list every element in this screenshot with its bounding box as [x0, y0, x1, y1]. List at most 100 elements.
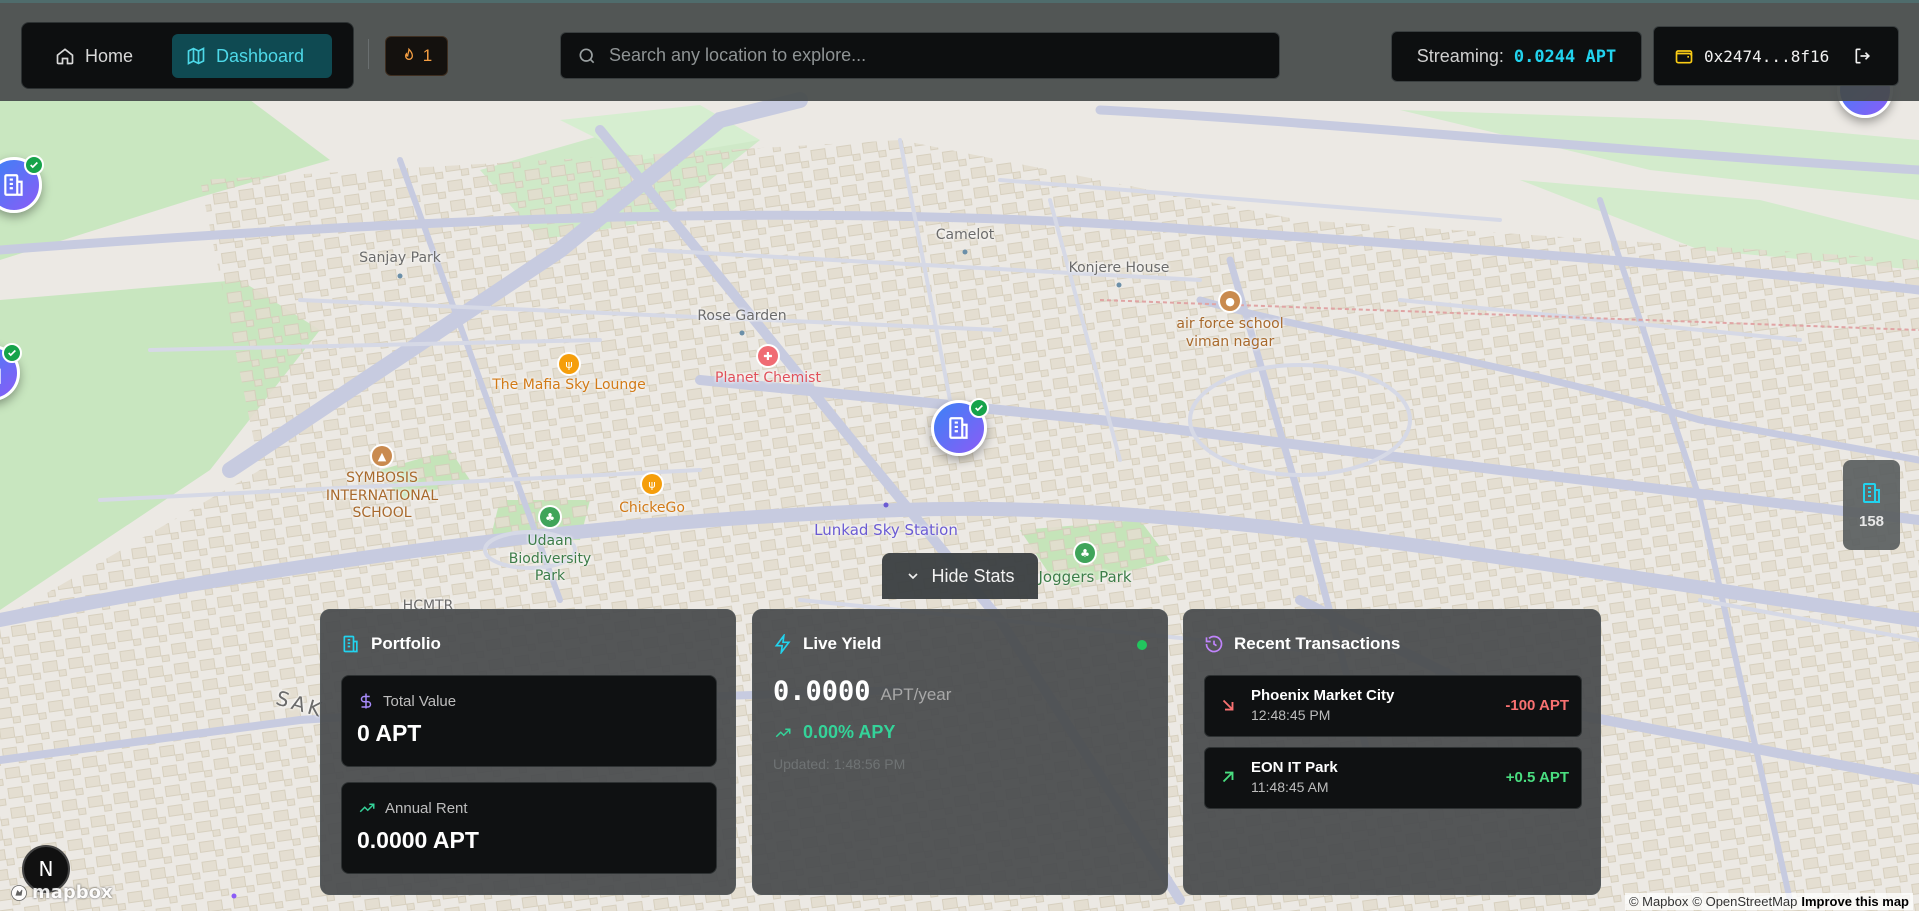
streak-badge[interactable]: 1 [385, 36, 448, 76]
updated-timestamp: Updated: 1:48:56 PM [773, 756, 906, 772]
mapbox-logo-text: mapbox [32, 882, 113, 903]
map-label: Konjere House [1068, 260, 1170, 276]
nav-divider [368, 39, 369, 69]
mapbox-logo[interactable]: mapbox [10, 882, 113, 903]
top-navigation-bar: Home Dashboard 1 Streaming: 0.0244 APT 0… [0, 0, 1919, 101]
place-dot [397, 273, 403, 279]
school-poi-icon[interactable]: ▲ [372, 446, 392, 466]
map-label: Joggers Park [1038, 568, 1132, 586]
portfolio-header: Portfolio [341, 634, 441, 654]
portfolio-card: Portfolio Total Value 0 APT Annual Rent … [320, 609, 736, 895]
annual-rent-box: Annual Rent 0.0000 APT [341, 782, 717, 874]
hide-stats-label: Hide Stats [931, 565, 1015, 586]
building-icon [343, 635, 358, 653]
annual-rent-label: Annual Rent [385, 799, 468, 817]
property-count-badge[interactable]: 158 [1843, 460, 1900, 550]
building-icon [949, 417, 968, 439]
map-label: Sanjay Park [359, 250, 441, 266]
live-yield-title: Live Yield [803, 634, 882, 653]
recent-transactions-header: Recent Transactions [1204, 634, 1400, 654]
live-status-dot [1137, 640, 1147, 650]
total-value: 0 APT [357, 720, 422, 746]
dashboard-nav-button[interactable]: Dashboard [172, 34, 332, 78]
arrow-up-right-icon [1219, 768, 1237, 791]
annual-rent-label-row: Annual Rent [357, 799, 701, 817]
property-marker[interactable] [931, 398, 989, 456]
lightning-icon [774, 634, 791, 654]
trending-up-icon [359, 803, 375, 813]
wallet-address: 0x2474...8f16 [1704, 46, 1830, 66]
park-poi-icon[interactable]: ♣ [1075, 543, 1095, 563]
home-nav-label: Home [85, 45, 134, 66]
map-label: Lunkad Sky Station [814, 521, 958, 539]
map-label: The Mafia Sky Lounge [492, 377, 646, 393]
streaming-label: Streaming: [1416, 46, 1504, 66]
history-icon [1205, 635, 1223, 653]
map-label: Planet Chemist [715, 370, 821, 386]
map-label: air force school viman nagar [1176, 316, 1284, 350]
park-poi-icon[interactable]: ♣ [540, 507, 560, 527]
map-icon [187, 47, 205, 65]
search-input[interactable] [609, 45, 1249, 66]
search-icon [579, 48, 595, 63]
location-search[interactable] [560, 32, 1280, 79]
streaming-value: 0.0244 APT [1513, 46, 1617, 67]
apy-value: 0.00% APY [803, 722, 896, 742]
transaction-name: EON IT Park [1251, 759, 1338, 776]
property-count: 158 [1858, 512, 1885, 530]
dashboard-nav-label: Dashboard [216, 45, 305, 66]
annual-rent-value: 0.0000 APT [357, 827, 479, 853]
streak-count: 1 [422, 46, 433, 65]
trending-up-icon [775, 728, 791, 737]
verified-check-icon [24, 155, 44, 175]
flame-icon [404, 47, 413, 60]
portfolio-title: Portfolio [371, 634, 441, 653]
recent-transactions-card: Recent Transactions Phoenix Market City … [1183, 609, 1601, 895]
total-value-label-row: Total Value [357, 692, 701, 710]
transaction-amount: +0.5 APT [1505, 769, 1569, 786]
transaction-time: 12:48:45 PM [1251, 707, 1331, 723]
nav-group: Home Dashboard [21, 22, 354, 89]
map-label: ChickeGo [619, 500, 685, 516]
recent-transactions-title: Recent Transactions [1234, 634, 1401, 653]
transaction-amount: -100 APT [1505, 697, 1569, 714]
mapbox-attribution-link[interactable]: © Mapbox [1629, 894, 1688, 909]
map-label: Rose Garden [697, 308, 787, 324]
building-icon [0, 368, 1, 384]
hide-stats-button[interactable]: Hide Stats [882, 553, 1038, 599]
wallet-icon [1675, 50, 1693, 64]
place-dot [1116, 282, 1122, 288]
map-label: SYMBOSIS INTERNATIONAL SCHOOL [325, 470, 439, 521]
building-icon [4, 174, 23, 196]
arrow-down-right-icon [1219, 696, 1237, 719]
verified-check-icon [969, 398, 989, 418]
total-value-box: Total Value 0 APT [341, 675, 717, 767]
map-label: Udaan Biodiversity Park [508, 533, 592, 584]
osm-attribution-link[interactable]: © OpenStreetMap [1692, 894, 1797, 909]
yield-value-row: 0.0000 APT/year [773, 676, 951, 707]
verified-check-icon [2, 343, 22, 363]
live-yield-header: Live Yield [773, 634, 881, 654]
transaction-row[interactable]: EON IT Park 11:48:45 AM +0.5 APT [1204, 747, 1582, 809]
live-yield-card: Live Yield 0.0000 APT/year 0.00% APY Upd… [752, 609, 1168, 895]
dollar-icon [360, 693, 372, 709]
pharmacy-poi-icon[interactable]: ✚ [758, 346, 778, 366]
wallet-panel[interactable]: 0x2474...8f16 [1653, 26, 1899, 86]
transaction-time: 11:48:45 AM [1251, 779, 1329, 795]
place-dot [739, 330, 745, 336]
apy-row: 0.00% APY [773, 722, 895, 743]
restaurant-poi-icon[interactable]: ψ [642, 474, 662, 494]
home-nav-button[interactable]: Home [41, 34, 153, 78]
transaction-name: Phoenix Market City [1251, 687, 1395, 704]
transaction-row[interactable]: Phoenix Market City 12:48:45 PM -100 APT [1204, 675, 1582, 737]
map-attribution: © Mapbox © OpenStreetMap Improve this ma… [1624, 893, 1913, 910]
building-icon [1862, 482, 1880, 503]
streaming-indicator: Streaming: 0.0244 APT [1391, 31, 1642, 82]
bar-poi-icon[interactable]: ψ [559, 354, 579, 374]
map-dot [231, 893, 237, 899]
school-poi-icon[interactable]: ● [1220, 291, 1240, 311]
logout-button[interactable] [1853, 46, 1873, 66]
improve-map-link[interactable]: Improve this map [1801, 894, 1909, 909]
home-icon [56, 48, 74, 65]
yield-value: 0.0000 [773, 676, 871, 707]
